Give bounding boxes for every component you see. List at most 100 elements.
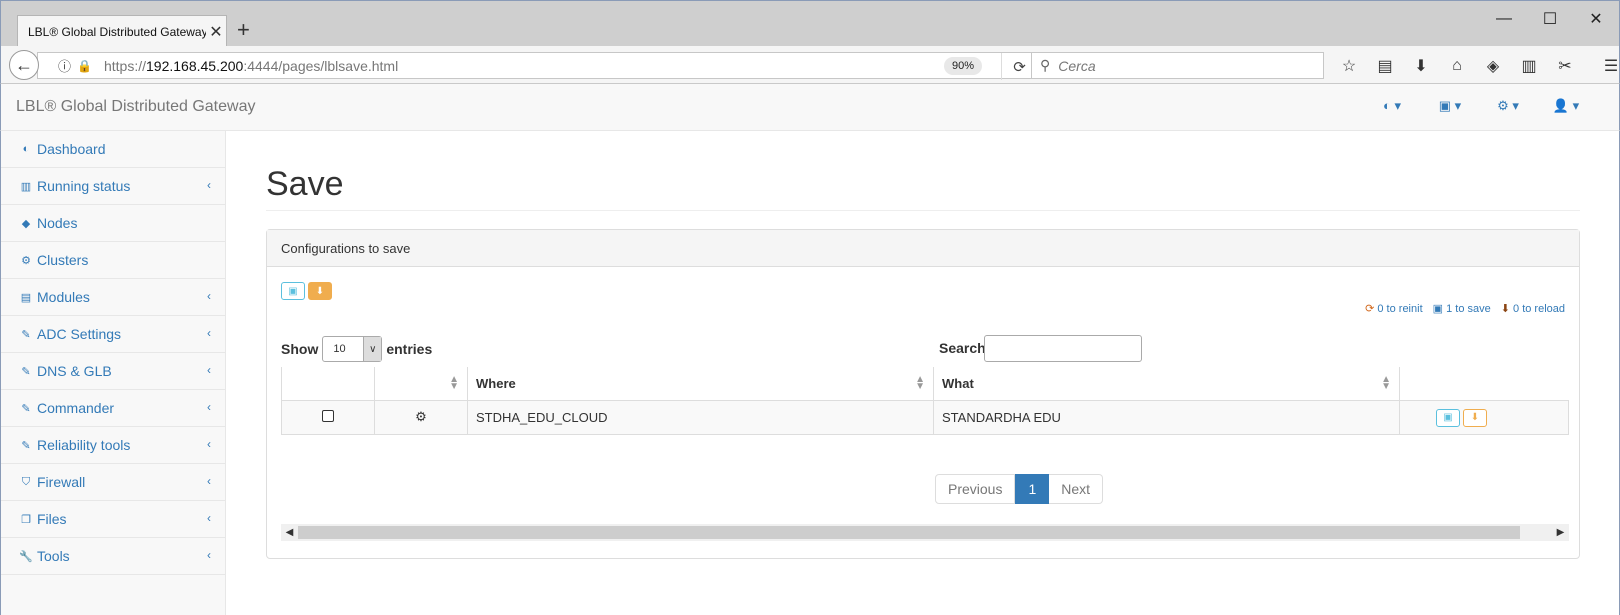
row-save-button[interactable]: ▣: [1436, 408, 1460, 427]
chevron-left-icon: ‹: [207, 363, 211, 377]
save-all-button[interactable]: ▣: [281, 282, 305, 300]
sidebar-item-label: Clusters: [37, 252, 89, 268]
row-actions-cell: ▣ ⬇: [1399, 400, 1569, 435]
browser-tab[interactable]: LBL® Global Distributed Gateway ✕: [17, 15, 227, 47]
pending-counters: ⟳ 0 to reinit ▣ 1 to save ⬇ 0 to reload: [1365, 302, 1565, 315]
top-menus: ◐ ▾ ▣ ▾ ⚙ ▾ 👤 ▾: [1363, 98, 1595, 114]
cube-icon: ◆: [21, 217, 31, 230]
scrollbar-thumb[interactable]: [298, 526, 1520, 539]
bar-chart-icon: ▥: [20, 180, 32, 193]
next-page-button[interactable]: Next: [1049, 474, 1104, 504]
new-tab-icon[interactable]: +: [237, 19, 250, 41]
chevron-left-icon: ‹: [207, 400, 211, 414]
chevron-left-icon: ‹: [207, 178, 211, 192]
floppy-icon: ▣: [1432, 303, 1444, 315]
zoom-indicator[interactable]: 90%: [944, 57, 983, 75]
table-row: ⚙ STDHA_EDU_CLOUD STANDARDHA EDU ▣ ⬇: [281, 400, 1569, 435]
reload-counter[interactable]: ⬇ 0 to reload: [1501, 302, 1565, 315]
insecure-lock-icon[interactable]: 🔒: [77, 59, 92, 73]
maximize-icon[interactable]: ☐: [1527, 5, 1573, 33]
sidebar-item-label: Firewall: [37, 474, 86, 490]
sidebar-item-running-status[interactable]: ▥ Running status ‹: [1, 168, 225, 205]
row-type-cell: ⚙: [374, 400, 468, 435]
sidebar-item-clusters[interactable]: ⚙ Clusters: [1, 242, 225, 279]
column-header-where[interactable]: Where ▲ ▼: [467, 367, 934, 401]
sidebar-item-modules[interactable]: ▤ Modules ‹: [1, 279, 225, 316]
browser-search-input[interactable]: ⚲ Cerca: [1031, 52, 1324, 79]
scroll-left-icon[interactable]: ◀: [281, 527, 298, 538]
save-menu-icon[interactable]: ▣ ▾: [1421, 98, 1479, 114]
info-icon[interactable]: ⓘ: [58, 56, 71, 75]
table-search-input[interactable]: [984, 335, 1142, 362]
show-entries: Show 10 ∨ entries: [281, 336, 432, 362]
reload-counter-label: 0 to reload: [1513, 303, 1565, 315]
column-header-select[interactable]: [281, 367, 375, 401]
configurations-panel: Configurations to save ▣ ⬇ ⟳ 0 to reinit…: [266, 229, 1580, 559]
column-header-label: Where: [476, 375, 516, 391]
dashboard-icon: ◐: [22, 143, 30, 155]
edit-icon: ✎: [21, 402, 31, 415]
sidebar-item-tools[interactable]: 🔧 Tools ‹: [1, 538, 225, 575]
configurations-table: ▲ ▼ Where ▲ ▼ What ▲ ▼ ⚙ STDHA_EDU_CLOUD STAN…: [281, 367, 1569, 435]
sidebar-item-files[interactable]: ❐ Files ‹: [1, 501, 225, 538]
entries-select[interactable]: 10 ∨: [322, 336, 383, 362]
extension-icon[interactable]: ▥: [1511, 52, 1547, 79]
sort-icon: ▲ ▼: [915, 374, 925, 392]
title-divider: [266, 210, 1580, 211]
sidebar-item-commander[interactable]: ✎ Commander ‹: [1, 390, 225, 427]
brand-title[interactable]: LBL® Global Distributed Gateway: [16, 98, 255, 116]
row-reload-button[interactable]: ⬇: [1463, 408, 1487, 427]
row-what: STANDARDHA EDU: [933, 400, 1400, 435]
bookmark-star-icon[interactable]: ☆: [1331, 52, 1367, 79]
show-label: Show: [281, 341, 319, 357]
column-header-actions: [1399, 367, 1569, 401]
page-1-button[interactable]: 1: [1015, 474, 1050, 504]
minimize-icon[interactable]: —: [1481, 5, 1527, 33]
chevron-left-icon: ‹: [207, 511, 211, 525]
scroll-right-icon[interactable]: ▶: [1552, 527, 1569, 538]
sidebar-item-reliability-tools[interactable]: ✎ Reliability tools ‹: [1, 427, 225, 464]
horizontal-scrollbar[interactable]: ◀ ▶: [281, 524, 1569, 541]
close-window-icon[interactable]: ✕: [1573, 5, 1619, 33]
gear-menu-icon[interactable]: ⚙ ▾: [1479, 98, 1537, 114]
chevron-left-icon: ‹: [207, 548, 211, 562]
sidebar-item-firewall[interactable]: ⛉ Firewall ‹: [1, 464, 225, 501]
dashboard-menu-icon[interactable]: ◐ ▾: [1363, 98, 1421, 114]
sidebar-item-dns-glb[interactable]: ✎ DNS & GLB ‹: [1, 353, 225, 390]
home-icon[interactable]: ⌂: [1439, 52, 1475, 79]
main-content: Save Configurations to save ▣ ⬇ ⟳ 0 to r…: [227, 131, 1620, 615]
pagination: Previous 1 Next: [935, 474, 1104, 504]
back-arrow-icon[interactable]: ←: [9, 50, 39, 80]
reload-all-button[interactable]: ⬇: [308, 282, 332, 300]
previous-page-button[interactable]: Previous: [935, 474, 1016, 504]
reading-list-icon[interactable]: ▤: [1367, 52, 1403, 79]
user-menu-icon[interactable]: 👤 ▾: [1537, 98, 1595, 114]
sidebar-item-dashboard[interactable]: ◐ Dashboard: [1, 131, 225, 168]
column-header-icon[interactable]: ▲ ▼: [374, 367, 468, 401]
table-header-row: ▲ ▼ Where ▲ ▼ What ▲ ▼: [281, 367, 1569, 401]
save-counter-label: 1 to save: [1446, 303, 1491, 315]
row-checkbox[interactable]: [322, 409, 334, 422]
chevron-down-icon: ∨: [363, 337, 382, 361]
column-header-what[interactable]: What ▲ ▼: [933, 367, 1400, 401]
chevron-left-icon: ‹: [207, 474, 211, 488]
entries-label: entries: [386, 341, 433, 357]
close-tab-icon[interactable]: ✕: [206, 22, 226, 42]
download-icon: ⬇: [1470, 412, 1480, 423]
screenshot-icon[interactable]: ✂: [1547, 52, 1583, 79]
download-icon[interactable]: ⬇: [1403, 52, 1439, 79]
sidebar-item-label: Reliability tools: [37, 437, 131, 453]
sidebar-item-nodes[interactable]: ◆ Nodes: [1, 205, 225, 242]
files-icon: ❐: [21, 513, 31, 526]
sidebar-item-label: Commander: [37, 400, 115, 416]
download-icon: ⬇: [1500, 303, 1510, 315]
url-scheme: https://: [103, 57, 146, 74]
reinit-counter[interactable]: ⟳ 0 to reinit: [1365, 302, 1423, 315]
row-where: STDHA_EDU_CLOUD: [467, 400, 934, 435]
hamburger-menu-icon[interactable]: ☰: [1593, 52, 1620, 79]
sidebar-item-adc-settings[interactable]: ✎ ADC Settings ‹: [1, 316, 225, 353]
column-header-label: What: [942, 375, 974, 391]
url-bar[interactable]: ⓘ 🔒 https://192.168.45.200:4444/pages/lb…: [37, 52, 1037, 80]
pocket-icon[interactable]: ◈: [1475, 52, 1511, 79]
save-counter[interactable]: ▣ 1 to save: [1433, 302, 1491, 315]
